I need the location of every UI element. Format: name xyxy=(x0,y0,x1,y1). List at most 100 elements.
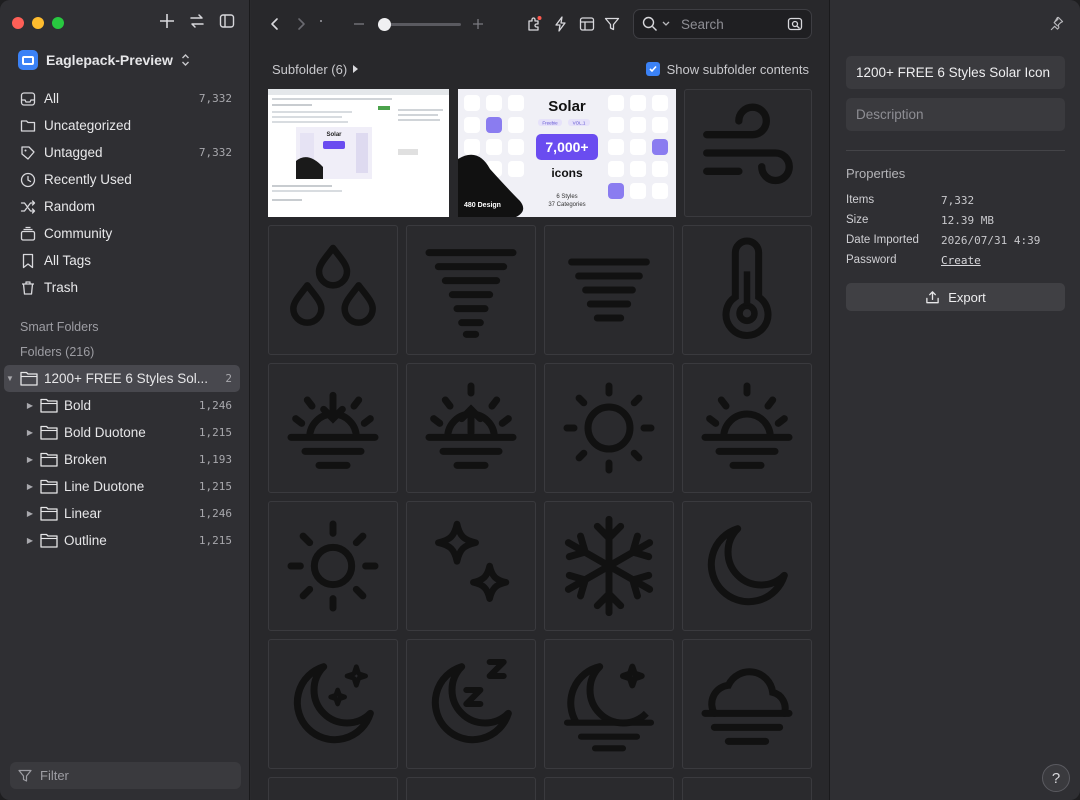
folder-icon xyxy=(40,452,58,467)
shuffle-icon xyxy=(20,199,36,214)
property-key: Date Imported xyxy=(846,234,919,246)
folder-item-broken[interactable]: ▶ Broken 1,193 xyxy=(4,446,240,473)
folder-icon xyxy=(40,398,58,413)
minimize-window-button[interactable] xyxy=(32,17,44,29)
thumbnail-partial[interactable] xyxy=(544,777,674,800)
property-date-imported: Date Imported 2026/07/31 4:39 xyxy=(846,234,1065,247)
zoom-slider[interactable] xyxy=(377,18,461,31)
sidebar-item-all-tags[interactable]: All Tags xyxy=(10,247,240,274)
folders-header[interactable]: Folders (216) xyxy=(20,345,94,359)
disclosure-open-icon[interactable]: ▼ xyxy=(4,374,16,383)
thumbnail-screenshot-preview[interactable]: Solar xyxy=(268,89,449,217)
disclosure-closed-icon[interactable]: ▶ xyxy=(24,536,36,545)
disclosure-closed-icon[interactable]: ▶ xyxy=(24,428,36,437)
folder-item-bold-duotone[interactable]: ▶ Bold Duotone 1,215 xyxy=(4,419,240,446)
app-window: Eaglepack-Preview All 7,332 Uncategorize… xyxy=(0,0,1080,800)
layout-icon[interactable] xyxy=(579,16,595,32)
pin-icon[interactable] xyxy=(1049,16,1064,31)
sidebar-item-untagged[interactable]: Untagged 7,332 xyxy=(10,139,240,166)
lightning-icon[interactable] xyxy=(553,16,569,32)
help-button[interactable]: ? xyxy=(1042,764,1070,792)
show-subfolder-contents-checkbox[interactable]: Show subfolder contents xyxy=(645,62,809,77)
folder-item-line-duotone[interactable]: ▶ Line Duotone 1,215 xyxy=(4,473,240,500)
sidebar-item-label: Uncategorized xyxy=(44,118,132,133)
thumbnail-partial[interactable] xyxy=(406,777,536,800)
thumbnail-partial[interactable] xyxy=(268,777,398,800)
swap-icon[interactable] xyxy=(189,13,205,29)
thumbnail-sun-fog[interactable] xyxy=(682,363,812,493)
thumbnail-snowflake[interactable] xyxy=(544,501,674,631)
snowflake-icon xyxy=(564,515,654,617)
disclosure-closed-icon[interactable]: ▶ xyxy=(24,401,36,410)
thumbnail-sun[interactable] xyxy=(544,363,674,493)
folder-icon xyxy=(40,533,58,548)
thumbnail-partial[interactable] xyxy=(682,777,812,800)
subfolder-title[interactable]: Subfolder (6) xyxy=(272,62,347,77)
moon-stars-icon xyxy=(293,663,374,744)
thumbnail-moon-stars[interactable] xyxy=(268,639,398,769)
thumbnail-sun-rays[interactable] xyxy=(268,501,398,631)
folder-item-linear[interactable]: ▶ Linear 1,246 xyxy=(4,500,240,527)
thumbnail-wind[interactable] xyxy=(684,89,812,217)
thumbnail-sunrise[interactable] xyxy=(406,363,536,493)
thumbnail-sunset[interactable] xyxy=(268,363,398,493)
disclosure-closed-icon[interactable]: ▶ xyxy=(24,455,36,464)
create-password-link[interactable]: Create xyxy=(941,254,981,267)
thumbnail-tornado[interactable] xyxy=(406,225,536,355)
property-key: Password xyxy=(846,254,897,266)
export-button[interactable]: Export xyxy=(846,283,1065,311)
folder-item-bold[interactable]: ▶ Bold 1,246 xyxy=(4,392,240,419)
caret-right-icon[interactable] xyxy=(353,65,359,73)
zoom-slider-knob[interactable] xyxy=(377,18,391,31)
filter-input[interactable]: Filter xyxy=(10,762,241,789)
sidebar-item-trash[interactable]: Trash xyxy=(10,274,240,301)
sidebar-toggle-icon[interactable] xyxy=(219,13,235,29)
description-field[interactable]: Description xyxy=(846,98,1065,131)
sidebar-item-community[interactable]: Community xyxy=(10,220,240,247)
clock-icon xyxy=(20,172,36,187)
sidebar-item-all[interactable]: All 7,332 xyxy=(10,85,240,112)
zoom-out-icon[interactable] xyxy=(351,16,367,32)
stars-icon xyxy=(435,520,510,602)
sidebar-item-label: Community xyxy=(44,226,113,241)
upload-icon xyxy=(926,290,939,303)
zoom-in-icon[interactable] xyxy=(470,16,486,32)
folder-item-outline[interactable]: ▶ Outline 1,215 xyxy=(4,527,240,554)
search-input[interactable]: Search xyxy=(633,9,812,39)
tornado-icon xyxy=(425,249,517,338)
thumbnail-stars[interactable] xyxy=(406,501,536,631)
thumbnail-cloud-fog[interactable] xyxy=(682,639,812,769)
folder-icon xyxy=(20,371,38,386)
disclosure-closed-icon[interactable]: ▶ xyxy=(24,482,36,491)
extensions-icon[interactable] xyxy=(526,16,542,32)
disclosure-closed-icon[interactable]: ▶ xyxy=(24,509,36,518)
image-search-icon[interactable] xyxy=(787,16,803,32)
library-switcher[interactable]: Eaglepack-Preview xyxy=(18,50,190,70)
sidebar-item-random[interactable]: Random xyxy=(10,193,240,220)
sidebar-item-uncategorized[interactable]: Uncategorized xyxy=(10,112,240,139)
close-window-button[interactable] xyxy=(12,17,24,29)
smart-folders-header[interactable]: Smart Folders xyxy=(20,320,99,334)
thumbnail-raindrops[interactable] xyxy=(268,225,398,355)
sidebar-item-label: Trash xyxy=(44,280,79,295)
sidebar: Eaglepack-Preview All 7,332 Uncategorize… xyxy=(0,0,250,800)
chevron-down-icon[interactable] xyxy=(661,20,671,28)
add-icon[interactable] xyxy=(159,13,175,29)
property-key: Items xyxy=(846,194,875,206)
thumbnail-moon[interactable] xyxy=(682,501,812,631)
folder-item-parent[interactable]: ▼ 1200+ FREE 6 Styles Sol... 2 xyxy=(4,365,240,392)
thumbnail-moon-fog[interactable] xyxy=(544,639,674,769)
thumbnail-moon-sleep[interactable] xyxy=(406,639,536,769)
thumbnail-tornado-small[interactable] xyxy=(544,225,674,355)
forward-icon[interactable] xyxy=(293,16,309,32)
back-icon[interactable] xyxy=(267,16,283,32)
thumbnail-thermometer[interactable] xyxy=(682,225,812,355)
thumbnail-solar-cover[interactable]: Solar Freebie VOL.1 7,000+ icons 6 Style… xyxy=(458,89,676,217)
sidebar-item-recently-used[interactable]: Recently Used xyxy=(10,166,240,193)
folder-name-field[interactable]: 1200+ FREE 6 Styles Solar Icon xyxy=(846,56,1065,89)
zoom-window-button[interactable] xyxy=(52,17,64,29)
filter-icon[interactable] xyxy=(604,16,620,32)
moon-sleep-icon xyxy=(431,658,512,744)
checkbox-checked-icon[interactable] xyxy=(645,62,660,76)
solar-count-text: 7,000+ xyxy=(545,139,588,155)
